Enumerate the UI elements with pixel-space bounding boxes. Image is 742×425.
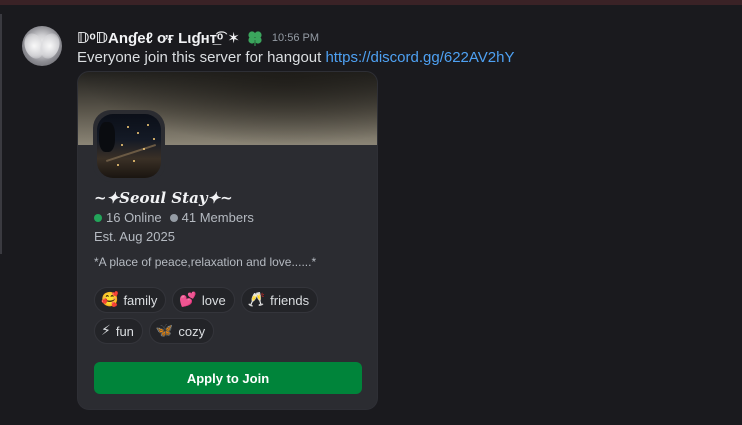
invite-card: ~✦𝑺𝒆𝒐𝒖𝒍 𝑺𝒕𝒂𝒚✦~ 16 Online 41 Members Est.… — [77, 71, 378, 410]
scrollbar-track[interactable] — [0, 14, 2, 254]
message-header: 𝔻ᵒ𝔻Anɠeℓ ơғ Lιɠнт̲͡ᵒ ✶ 10:56 PM — [77, 28, 319, 48]
tag-label: cozy — [178, 323, 206, 339]
lightning-icon: ⚡ — [101, 323, 111, 339]
server-icon-frame — [93, 110, 165, 182]
tag-cozy: 🦋 cozy — [148, 318, 215, 344]
established-date: Est. Aug 2025 — [94, 229, 175, 244]
message-text: Everyone join this server for hangout — [77, 49, 326, 66]
tag-family: 🥰 family — [94, 287, 167, 313]
username[interactable]: 𝔻ᵒ𝔻Anɠeℓ ơғ Lιɠнт̲͡ᵒ ✶ — [77, 29, 240, 47]
clover-icon — [246, 29, 264, 47]
two-hearts-icon: 💕 — [179, 292, 197, 308]
invite-link[interactable]: https://discord.gg/622AV2hY — [325, 49, 514, 66]
tag-fun: ⚡ fun — [94, 318, 143, 344]
tag-list: 🥰 family 💕 love 🥂 friends ⚡ fun 🦋 cozy — [94, 287, 364, 349]
smiling-hearts-icon: 🥰 — [101, 292, 119, 308]
server-stats: 16 Online 41 Members — [94, 210, 254, 225]
message-content: Everyone join this server for hangout ht… — [77, 49, 514, 66]
tag-label: friends — [270, 292, 310, 308]
top-divider — [0, 0, 742, 5]
member-count: 41 Members — [181, 210, 254, 225]
tag-friends: 🥂 friends — [240, 287, 319, 313]
server-icon[interactable] — [97, 114, 161, 178]
server-name[interactable]: ~✦𝑺𝒆𝒐𝒖𝒍 𝑺𝒕𝒂𝒚✦~ — [94, 189, 233, 207]
online-dot-icon — [94, 213, 102, 222]
members-dot-icon — [169, 213, 178, 222]
server-description: *A place of peace,relaxation and love...… — [94, 255, 317, 269]
tag-love: 💕 love — [172, 287, 235, 313]
clinking-glasses-icon: 🥂 — [247, 292, 266, 308]
butterfly-icon: 🦋 — [155, 323, 174, 339]
tag-label: fun — [115, 323, 134, 339]
online-count: 16 Online — [106, 210, 162, 225]
tag-label: family — [123, 292, 158, 308]
avatar[interactable] — [22, 26, 62, 66]
apply-to-join-button[interactable]: Apply to Join — [94, 362, 362, 394]
tag-label: love — [201, 292, 226, 308]
timestamp: 10:56 PM — [271, 32, 320, 44]
